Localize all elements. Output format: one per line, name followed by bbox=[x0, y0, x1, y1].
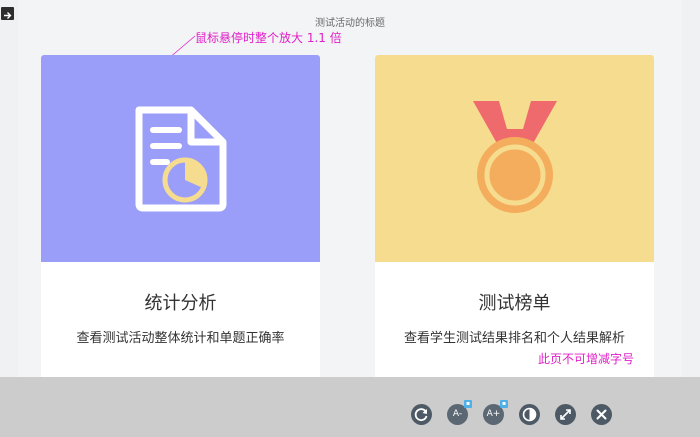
stats-card-description: 查看测试活动整体统计和单题正确率 bbox=[76, 331, 285, 346]
contrast-button[interactable] bbox=[519, 404, 540, 425]
bottom-toolbar: A- ▪ A+ ▪ bbox=[0, 377, 700, 437]
ranking-card-media bbox=[375, 55, 654, 262]
stats-card-media bbox=[41, 55, 320, 262]
refresh-button[interactable] bbox=[411, 404, 432, 425]
ranking-card-title: 测试榜单 bbox=[478, 293, 551, 314]
font-increase-button[interactable]: A+ ▪ bbox=[483, 400, 508, 425]
font-increase-icon: A+ bbox=[486, 409, 501, 419]
ranking-card-description: 查看学生测试结果排名和个人结果解析 bbox=[403, 331, 625, 346]
contrast-icon bbox=[522, 407, 537, 422]
hover-annotation: 鼠标悬停时整个放大 1.1 倍 bbox=[195, 31, 342, 45]
fullscreen-button[interactable] bbox=[555, 404, 576, 425]
fullscreen-icon bbox=[560, 409, 571, 420]
font-annotation: 此页不可增减字号 bbox=[538, 352, 635, 366]
font-decrease-button[interactable]: A- ▪ bbox=[447, 400, 472, 425]
badge: ▪ bbox=[500, 400, 508, 408]
close-button[interactable] bbox=[591, 404, 612, 425]
close-icon bbox=[596, 409, 607, 420]
medal-icon bbox=[472, 100, 557, 213]
stats-card[interactable]: 统计分析 查看测试活动整体统计和单题正确率 bbox=[41, 55, 320, 378]
refresh-icon bbox=[414, 408, 428, 422]
ranking-card[interactable]: 测试榜单 查看学生测试结果排名和个人结果解析 bbox=[375, 55, 654, 378]
report-chart-icon bbox=[135, 106, 226, 211]
stats-card-title: 统计分析 bbox=[144, 293, 217, 314]
badge: ▪ bbox=[464, 400, 472, 408]
font-decrease-icon: A- bbox=[452, 409, 463, 419]
